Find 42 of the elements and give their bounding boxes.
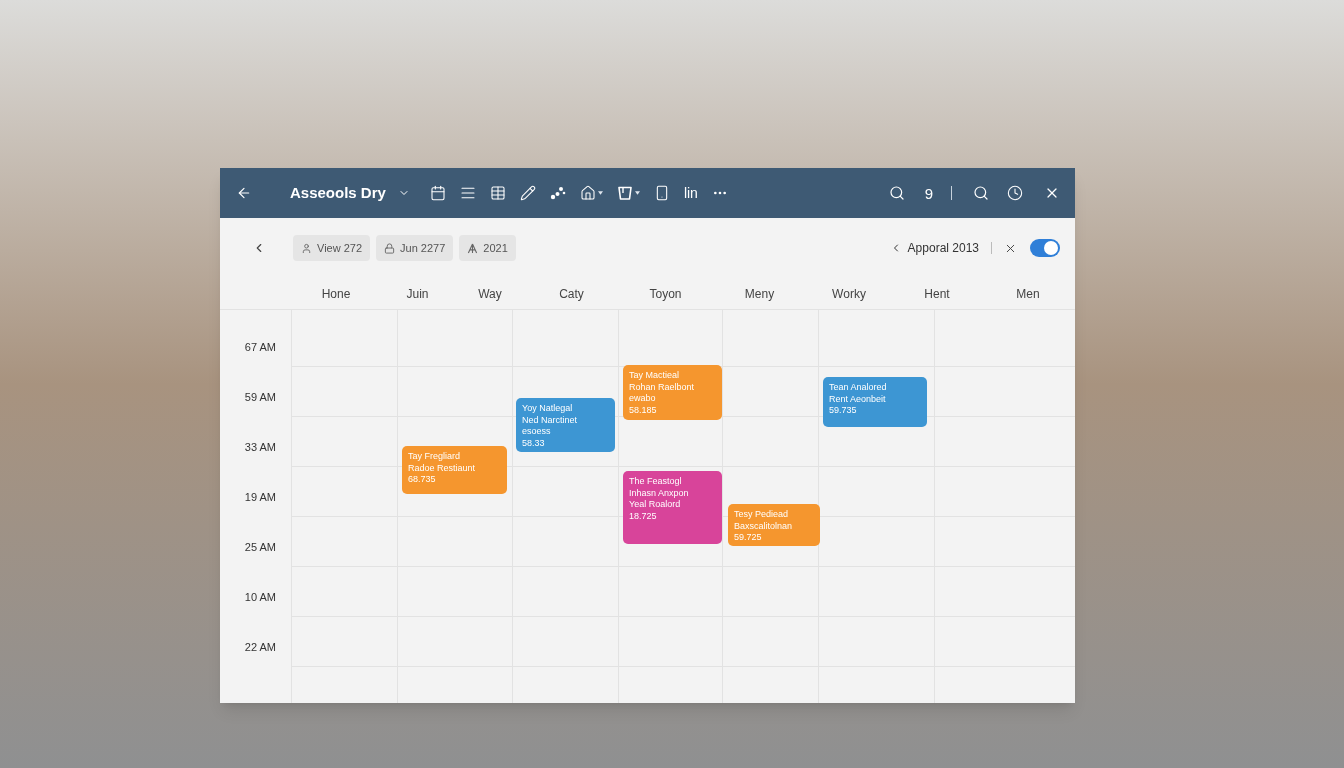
event-card[interactable]: The Feastogl Inhasn Anxpon Yeal Roalord 18.725 — [623, 471, 722, 544]
pencil-icon[interactable] — [519, 185, 536, 201]
person-icon — [301, 242, 312, 254]
day-header: Worky — [832, 285, 866, 303]
search-icon[interactable] — [973, 185, 989, 201]
event-card[interactable]: Tean Analored Rent Aeonbeit 59.735 — [823, 377, 927, 427]
cup-icon[interactable] — [616, 185, 633, 201]
time-label: 25 AM — [244, 540, 276, 554]
filter-chip[interactable]: View 272 — [293, 235, 371, 261]
caret-icon[interactable] — [597, 191, 603, 195]
day-header: Toyon — [649, 285, 682, 303]
day-header: Meny — [744, 285, 775, 303]
filter-chip[interactable]: 2021 — [459, 235, 516, 261]
easel-icon — [467, 242, 479, 254]
time-label: 22 AM — [244, 640, 276, 654]
app-title[interactable]: Asseools Dry — [290, 181, 386, 205]
time-label: 33 AM — [244, 440, 276, 454]
time-label: 10 AM — [244, 590, 276, 604]
calendar-icon[interactable] — [429, 185, 446, 201]
toolbar-count[interactable]: 9 — [924, 185, 933, 201]
day-header: Hent — [924, 285, 950, 303]
day-header: Juin — [406, 285, 429, 303]
day-header: Hone — [321, 285, 351, 303]
toggle-switch[interactable] — [1030, 239, 1060, 257]
caret-icon[interactable] — [634, 191, 640, 195]
toolbar-link[interactable]: lin — [683, 186, 698, 200]
event-card[interactable]: Yoy Natlegal Ned Narctinet esoess 58.33 — [516, 398, 615, 452]
filter-chip[interactable]: Jun 2277 — [376, 235, 454, 261]
day-header: Caty — [559, 285, 584, 303]
time-label: 19 AM — [244, 490, 276, 504]
house-icon[interactable] — [579, 185, 596, 201]
day-header: Men — [1016, 285, 1040, 303]
period-label[interactable]: Apporal 2013 — [907, 239, 979, 257]
search-icon[interactable] — [888, 185, 905, 201]
list-icon[interactable] — [459, 185, 476, 201]
lock-icon — [384, 242, 396, 254]
clock-icon[interactable] — [1007, 185, 1023, 201]
dots-icon[interactable] — [549, 185, 566, 201]
time-label: 67 AM — [244, 340, 276, 354]
time-label: 59 AM — [244, 390, 276, 404]
table-icon[interactable] — [489, 185, 506, 201]
day-header: Way — [478, 285, 502, 303]
